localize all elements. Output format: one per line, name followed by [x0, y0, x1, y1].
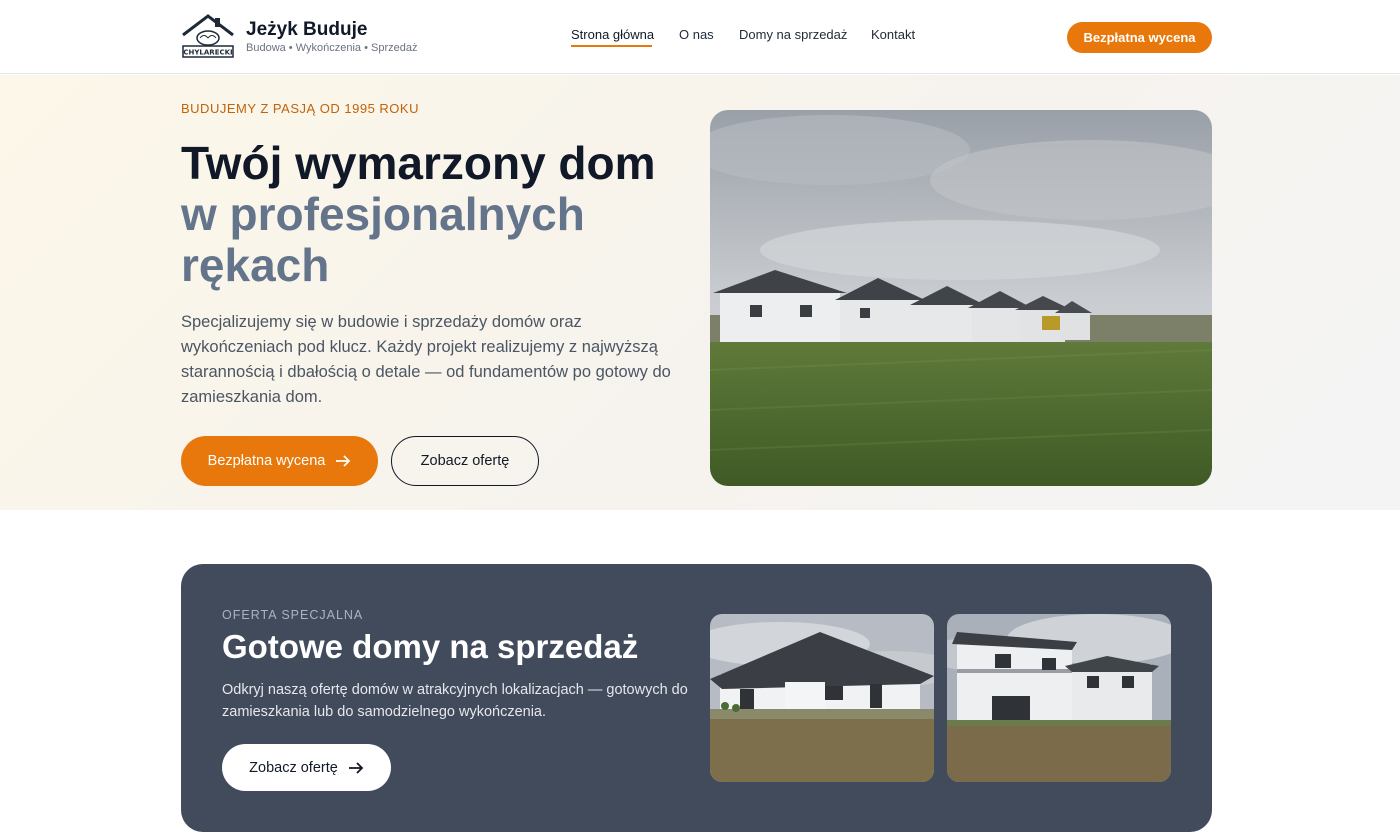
logo-icon[interactable]: CHYLARECKI: [181, 13, 235, 59]
brand-tagline: Budowa • Wykończenia • Sprzedaż: [246, 42, 418, 54]
offer-house-image-2[interactable]: [947, 614, 1171, 782]
offer-eyebrow: OFERTA SPECJALNA: [222, 608, 364, 622]
nav-contact[interactable]: Kontakt: [871, 27, 915, 42]
offer-see-button[interactable]: Zobacz ofertę: [222, 744, 391, 791]
hero-houses-image: [710, 110, 1212, 486]
brand-name[interactable]: Jeżyk Buduje: [246, 19, 367, 41]
hero-title-line3: rękach: [181, 239, 330, 291]
hero-quote-button[interactable]: Bezpłatna wycena: [181, 436, 378, 486]
nav-houses-for-sale[interactable]: Domy na sprzedaż: [739, 27, 847, 42]
nav-active-indicator: [571, 45, 652, 47]
hero-description: Specjalizujemy się w budowie i sprzedaży…: [181, 313, 671, 406]
hero-offer-button[interactable]: Zobacz ofertę: [391, 436, 539, 486]
nav-home[interactable]: Strona główna: [571, 27, 654, 42]
nav-about[interactable]: O nas: [679, 27, 714, 42]
hero-quote-label: Bezpłatna wycena: [207, 453, 326, 469]
offer-description: Odkryj naszą ofertę domów w atrakcyjnych…: [222, 682, 688, 720]
svg-text:CHYLARECKI: CHYLARECKI: [183, 49, 232, 57]
hero-eyebrow: BUDUJEMY Z PASJĄ OD 1995 ROKU: [181, 101, 419, 116]
offer-house-image-1[interactable]: [710, 614, 934, 782]
hero-title-line1: Twój wymarzony dom: [181, 137, 656, 189]
hero-title-line2: w profesjonalnych: [181, 188, 585, 240]
site-header: CHYLARECKI Jeżyk Buduje Budowa • Wykończ…: [0, 0, 1400, 74]
arrow-right-icon: [348, 761, 364, 774]
offer-title: Gotowe domy na sprzedaż: [222, 628, 639, 665]
offer-see-label: Zobacz ofertę: [249, 759, 338, 776]
header-quote-button[interactable]: Bezpłatna wycena: [1067, 22, 1212, 53]
arrow-right-icon: [335, 455, 351, 467]
